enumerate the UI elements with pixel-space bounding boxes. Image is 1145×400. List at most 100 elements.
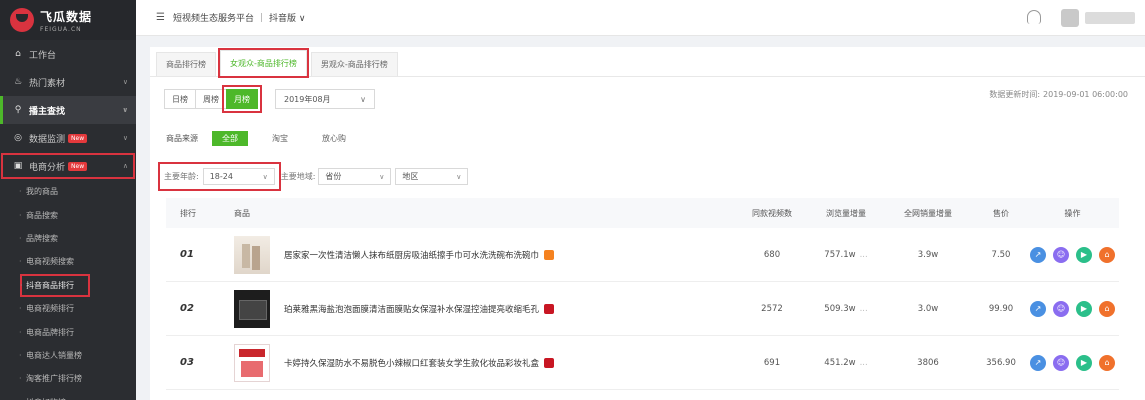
menu-icon[interactable]: ☰ [156, 12, 165, 23]
fire-icon: ♨ [13, 77, 23, 87]
weekly-button[interactable]: 周榜 [195, 89, 227, 109]
sidebar-item-data-monitor[interactable]: ◎ 数据监测 New ∨ [0, 124, 136, 152]
video-icon[interactable]: ▶ [1076, 246, 1092, 263]
chevron-down-icon: ∨ [360, 94, 366, 104]
daily-button[interactable]: 日榜 [164, 89, 196, 109]
video-count: 2572 [761, 303, 783, 314]
chart-icon[interactable]: ↗ [1030, 354, 1046, 371]
city-select[interactable]: 地区 ∨ [395, 168, 469, 185]
update-time: 数据更新时间: 2019-09-01 06:00:00 [989, 90, 1128, 99]
logo[interactable]: 飞瓜数据 FEIGUA.CN [0, 0, 136, 40]
platform-name: 短视频生态服务平台 [172, 14, 254, 24]
sidebar-sub-douyin-good-things[interactable]: 抖音好物榜 [0, 391, 136, 400]
product-name[interactable]: 卡婷持久保湿防水不易脱色小辣椒口红套装女学生款化妆品彩妆礼盒 [284, 357, 539, 369]
new-badge: New [68, 161, 88, 171]
brand-sub: FEIGUA.CN [40, 25, 82, 33]
rank-number: 03 [180, 357, 194, 368]
shop-icon[interactable]: ⌂ [1099, 300, 1115, 317]
chevron-down-icon: ∨ [262, 172, 268, 181]
month-select[interactable]: 2019年08月 ∨ [275, 89, 375, 109]
product-name[interactable]: 居家家一次性清洁懒人抹布纸厨房吸油纸擦手巾可水洗洗碗布洗碗巾 [284, 249, 539, 261]
col-sales-inc[interactable]: 全网销量增量 [880, 208, 976, 219]
chart-icon[interactable]: ↗ [1030, 246, 1046, 263]
new-badge: New [68, 133, 88, 143]
sidebar-sub-ecom-video-rank[interactable]: 电商视频排行 [0, 297, 136, 320]
monthly-button[interactable]: 月榜 [222, 85, 262, 113]
shop-icon[interactable]: ⌂ [1099, 354, 1115, 371]
tab-product-rank[interactable]: 商品排行榜 [156, 52, 216, 76]
search-icon: ⚲ [14, 105, 22, 115]
sales-inc: 3.9w [917, 249, 939, 260]
video-icon[interactable]: ▶ [1076, 300, 1092, 317]
col-video-count[interactable]: 同款视频数 [732, 208, 812, 219]
chart-icon[interactable]: ↗ [1030, 300, 1046, 317]
sidebar-sub-product-search[interactable]: 商品搜索 [0, 203, 136, 226]
source-taobao[interactable]: 淘宝 [262, 131, 298, 146]
product-name[interactable]: 珀莱雅黑海盐泡泡面膜清洁面膜贴女保湿补水保湿控油提亮收缩毛孔 [284, 303, 539, 315]
tab-male-audience-rank[interactable]: 男观众-商品排行榜 [310, 52, 398, 76]
col-browse-inc[interactable]: 浏览量增量 [812, 208, 880, 219]
sidebar-sub-douyin-product-rank[interactable]: 抖音商品排行 [20, 273, 90, 297]
product-thumbnail[interactable] [234, 235, 270, 274]
sidebar-sub-my-products[interactable]: 我的商品 [0, 180, 136, 203]
sidebar-sub-taoke-promo-rank[interactable]: 淘客推广排行榜 [0, 367, 136, 390]
user-icon[interactable]: ☺ [1053, 246, 1069, 263]
jd-icon [544, 357, 555, 368]
source-fangxingou[interactable]: 放心购 [312, 131, 356, 146]
sidebar-item-ecommerce-analysis[interactable]: ▣ 电商分析 New ∧ [0, 152, 136, 180]
sidebar-item-streamer-search[interactable]: ⚲ 播主查找 ∨ [0, 96, 136, 124]
trend-dash: ... [859, 357, 868, 368]
brand-name: 飞瓜数据 [40, 9, 93, 24]
video-icon[interactable]: ▶ [1076, 354, 1092, 371]
col-price[interactable]: 售价 [976, 208, 1026, 219]
sidebar-sub-brand-search[interactable]: 品牌搜索 [0, 227, 136, 250]
browse-inc: 451.2w [824, 357, 856, 368]
product-thumbnail[interactable] [234, 343, 270, 382]
video-count: 680 [763, 249, 781, 260]
sidebar-item-hot-material[interactable]: ♨ 热门素材 ∨ [0, 68, 136, 96]
top-bar: ☰ 短视频生态服务平台 | 抖音版 ∨ [136, 0, 1145, 36]
table-row[interactable]: 01 居家家一次性清洁懒人抹布纸厨房吸油纸擦手巾可水洗洗碗布洗碗巾 680 75… [166, 228, 1119, 282]
shop-icon[interactable]: ⌂ [1099, 246, 1115, 263]
sidebar-item-workbench[interactable]: ⌂ 工作台 [0, 40, 136, 68]
separator: | [259, 12, 264, 23]
feigua-logo-icon [10, 8, 34, 32]
col-rank: 排行 [180, 208, 196, 218]
trend-dash: ... [859, 303, 868, 314]
age-select[interactable]: 18-24 ∨ [202, 168, 275, 185]
chevron-down-icon: ∨ [379, 172, 385, 181]
username-blurred[interactable] [1085, 12, 1135, 24]
user-icon[interactable]: ☺ [1053, 354, 1069, 371]
sidebar-sub-ecom-talent-sales[interactable]: 电商达人销量榜 [0, 344, 136, 367]
headset-icon[interactable] [1027, 10, 1041, 24]
sales-inc: 3806 [917, 357, 939, 368]
sidebar-sub-ecom-video-search[interactable]: 电商视频搜索 [0, 250, 136, 273]
source-label: 商品来源 [166, 134, 198, 143]
chevron-down-icon: ∨ [122, 106, 128, 114]
sidebar-sub-ecom-brand-rank[interactable]: 电商品牌排行 [0, 320, 136, 343]
price: 356.90 [986, 357, 1016, 368]
province-select[interactable]: 省份 ∨ [318, 168, 392, 185]
main-card: 商品排行榜 女观众-商品排行榜 男观众-商品排行榜 日榜 周榜 月榜 2019年… [150, 47, 1145, 400]
video-count: 691 [763, 357, 781, 368]
version-switcher[interactable]: 抖音版 ∨ [269, 11, 305, 24]
tmall-icon [544, 249, 555, 260]
user-icon[interactable]: ☺ [1053, 300, 1069, 317]
sidebar: 飞瓜数据 FEIGUA.CN ⌂ 工作台 ♨ 热门素材 ∨ ⚲ 播主查找 ∨ ◎… [0, 0, 136, 400]
age-label: 主要年龄: [164, 172, 199, 181]
table-header: 排行 商品 同款视频数 浏览量增量 全网销量增量 售价 操作 [166, 198, 1119, 228]
source-all[interactable]: 全部 [212, 131, 248, 146]
ranking-table: 排行 商品 同款视频数 浏览量增量 全网销量增量 售价 操作 01 居家家一次性… [166, 198, 1119, 390]
bag-icon: ▣ [13, 161, 23, 171]
table-row[interactable]: 02 珀莱雅黑海盐泡泡面膜清洁面膜贴女保湿补水保湿控油提亮收缩毛孔 2572 5… [166, 282, 1119, 336]
browse-inc: 757.1w [824, 249, 856, 260]
table-row[interactable]: 03 卡婷持久保湿防水不易脱色小辣椒口红套装女学生款化妆品彩妆礼盒 691 45… [166, 336, 1119, 390]
tab-female-audience-rank[interactable]: 女观众-商品排行榜 [218, 48, 309, 78]
home-icon: ⌂ [15, 49, 21, 59]
trend-dash: ... [859, 249, 868, 260]
chevron-up-icon: ∧ [122, 162, 128, 170]
region-label: 主要地域: [280, 172, 316, 181]
sales-inc: 3.0w [917, 303, 939, 314]
avatar[interactable] [1061, 9, 1079, 27]
product-thumbnail[interactable] [234, 289, 270, 328]
